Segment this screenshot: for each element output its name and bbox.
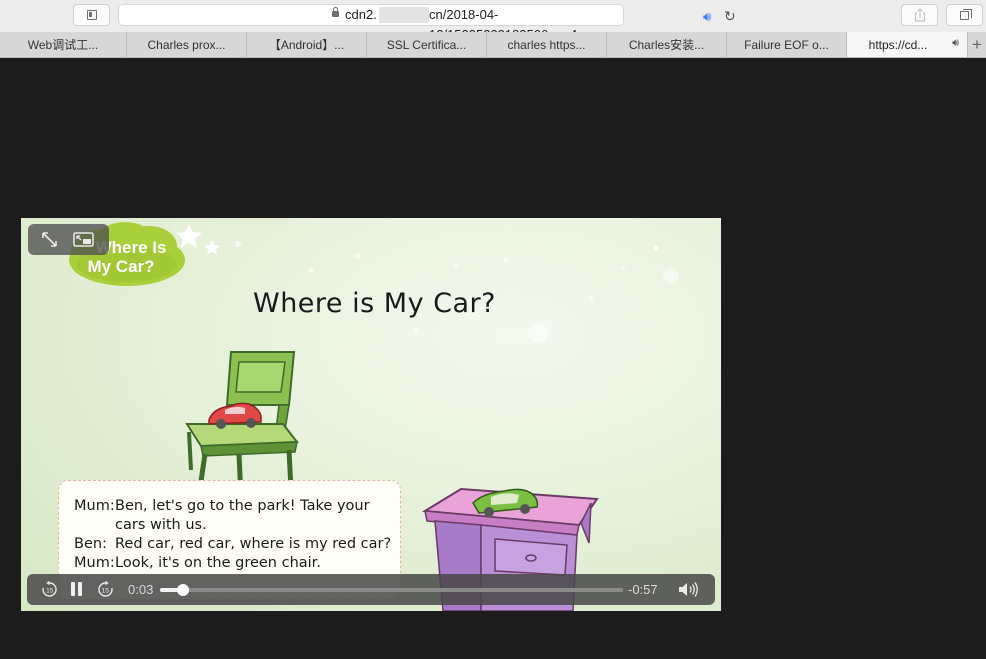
tab-failure-eof[interactable]: Failure EOF o... bbox=[727, 32, 847, 57]
tab-bar: Web调试工... Charles prox... 【Android】... S… bbox=[0, 32, 986, 58]
tab-ssl-certificate[interactable]: SSL Certifica... bbox=[367, 32, 487, 57]
seek-bar[interactable] bbox=[160, 584, 623, 596]
share-icon bbox=[914, 8, 925, 22]
plus-icon[interactable]: + bbox=[968, 32, 986, 57]
tab-charles-install[interactable]: Charles安装... bbox=[607, 32, 727, 57]
picture-in-picture-icon[interactable] bbox=[73, 232, 95, 248]
dialog-speaker: Ben: bbox=[74, 536, 107, 552]
star-decoration bbox=[176, 224, 220, 255]
dialog-speaker: Mum: bbox=[74, 555, 115, 571]
video-control-bar: 15 15 0:03 -0:57 bbox=[27, 574, 715, 605]
remaining-time: -0:57 bbox=[628, 582, 658, 597]
dialog-line: Ben: Red car, red car, where is my red ca… bbox=[74, 535, 391, 554]
green-chair-illustration bbox=[185, 351, 299, 499]
skip-back-icon[interactable]: 15 bbox=[40, 580, 59, 599]
speaker-icon[interactable]: 🔊︎ bbox=[952, 37, 959, 50]
dialog-line: cars with us. bbox=[74, 516, 207, 535]
address-bar[interactable]: cdn2. cn/2018-04-12/15235223183506.mp4 🔊… bbox=[118, 4, 736, 42]
dialog-speaker: Mum: bbox=[74, 498, 115, 514]
video-player[interactable]: Where Is My Car? Where is My Car? Mum:Be… bbox=[21, 218, 721, 611]
tab-charles-https[interactable]: charles https... bbox=[487, 32, 607, 57]
reload-icon[interactable]: ↻ bbox=[724, 6, 736, 26]
show-tabs-button[interactable] bbox=[946, 4, 983, 26]
dialog-text: cars with us. bbox=[115, 517, 207, 533]
dialog-text: Ben, let's go to the park! Take your bbox=[115, 498, 370, 514]
sidebar-toggle-button[interactable] bbox=[73, 4, 110, 26]
current-time: 0:03 bbox=[128, 582, 154, 597]
volume-icon[interactable] bbox=[677, 580, 699, 599]
skip-back-seconds: 15 bbox=[46, 588, 54, 595]
tab-web-debug[interactable]: Web调试工... bbox=[0, 32, 127, 57]
tab-active-video[interactable]: https://cd... 🔊︎ bbox=[847, 32, 968, 57]
dialog-text: Red car, red car, where is my red car? bbox=[115, 536, 392, 552]
pause-button[interactable] bbox=[71, 582, 82, 596]
skip-forward-seconds: 15 bbox=[102, 588, 110, 595]
tab-android[interactable]: 【Android】... bbox=[247, 32, 367, 57]
speaker-icon[interactable]: 🔊︎ bbox=[703, 7, 711, 27]
url-text-prefix: cdn2. bbox=[345, 7, 377, 22]
logo-text-line2: My Car? bbox=[87, 257, 154, 276]
video-overlay-controls bbox=[28, 224, 109, 255]
tab-charles-proxy[interactable]: Charles prox... bbox=[127, 32, 247, 57]
browser-toolbar: cdn2. cn/2018-04-12/15235223183506.mp4 🔊… bbox=[0, 0, 986, 42]
dialog-text: Look, it's on the green chair. bbox=[115, 555, 321, 571]
skip-forward-icon[interactable]: 15 bbox=[96, 580, 115, 599]
lock-icon bbox=[332, 7, 339, 17]
sidebar-icon bbox=[86, 10, 97, 20]
dialog-line: Mum:Ben, let's go to the park! Take your bbox=[74, 497, 370, 516]
seek-knob[interactable] bbox=[177, 584, 190, 596]
share-button[interactable] bbox=[901, 4, 938, 26]
redacted-url-part bbox=[379, 7, 429, 23]
dialog-line: Mum:Look, it's on the green chair. bbox=[74, 554, 321, 573]
video-title: Where is My Car? bbox=[253, 288, 496, 319]
fullscreen-icon[interactable] bbox=[41, 231, 58, 248]
